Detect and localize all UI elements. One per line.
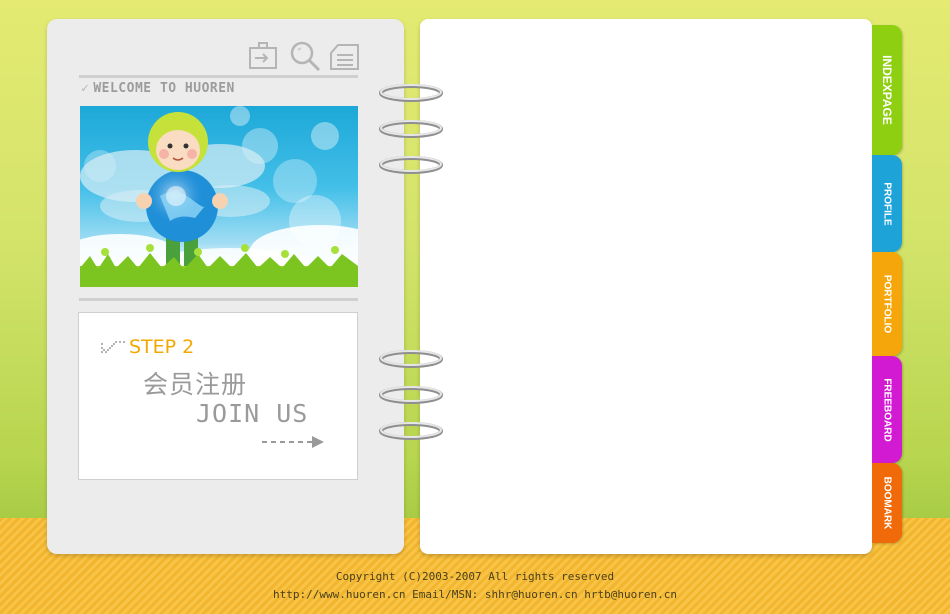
divider (79, 75, 358, 78)
welcome-heading: ✓ WELCOME TO HUOREN (81, 81, 235, 96)
divider (79, 298, 358, 301)
tab-label: INDEXPAGE (880, 55, 894, 125)
tab-label: BOOMARK (881, 476, 893, 530)
toolbar (247, 39, 362, 75)
join-title-english: JOIN US (196, 399, 309, 428)
contact-text: http://www.huoren.cn Email/MSN: shhr@huo… (273, 588, 677, 601)
binder-ring (379, 422, 443, 440)
footer: Copyright (C)2003-2007 All rights reserv… (0, 568, 950, 604)
copyright-text: Copyright (C)2003-2007 All rights reserv… (335, 570, 615, 583)
fairy-banner-image (80, 106, 358, 287)
binder-ring (379, 386, 443, 404)
left-page: ✓ WELCOME TO HUOREN STEP 2 会员注册 JOIN US (47, 19, 404, 554)
search-icon[interactable] (288, 39, 322, 73)
tab-freeboard[interactable]: FREEBOARD (872, 356, 902, 463)
join-us-card[interactable]: STEP 2 会员注册 JOIN US (78, 312, 358, 480)
tab-indexpage[interactable]: INDEXPAGE (872, 25, 902, 155)
guestbook-icon[interactable] (328, 39, 362, 73)
login-icon[interactable] (247, 39, 281, 73)
right-page-content-area (420, 19, 872, 554)
binder-ring (379, 156, 443, 174)
tab-label: PROFILE (881, 181, 893, 226)
step-label: STEP 2 (129, 336, 195, 358)
join-title-chinese: 会员注册 (143, 370, 248, 399)
welcome-text: WELCOME TO HUOREN (93, 81, 235, 96)
pixel-check-icon (101, 341, 125, 353)
arrow-right-icon[interactable] (262, 435, 326, 449)
binder-ring (379, 120, 443, 138)
tab-label: FREEBOARD (881, 377, 893, 442)
tab-profile[interactable]: PROFILE (872, 155, 902, 252)
binder-ring (379, 350, 443, 368)
tab-label: PORTFOLIO (881, 274, 893, 334)
binder-ring (379, 84, 443, 102)
tab-bookmark[interactable]: BOOMARK (872, 463, 902, 543)
check-icon: ✓ (81, 81, 90, 96)
tab-portfolio[interactable]: PORTFOLIO (872, 252, 902, 356)
